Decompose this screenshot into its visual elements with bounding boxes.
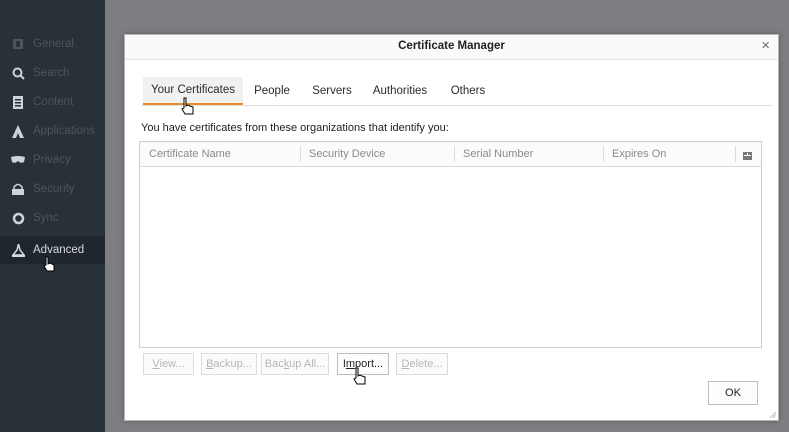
sidebar-item-privacy[interactable]: Privacy: [0, 146, 105, 174]
sidebar-item-label: General: [33, 38, 74, 50]
sidebar-item-advanced[interactable]: Advanced: [0, 236, 105, 264]
advanced-icon: [10, 243, 26, 257]
content-icon: [10, 95, 26, 109]
table-header: Certificate Name Security Device Serial …: [140, 142, 761, 167]
preferences-sidebar: General Search Content Applications Priv…: [0, 0, 105, 432]
sidebar-item-content[interactable]: Content: [0, 88, 105, 116]
tab-servers[interactable]: Servers: [307, 77, 357, 105]
dialog-title: Certificate Manager: [398, 40, 505, 52]
tab-others[interactable]: Others: [445, 77, 491, 105]
privacy-icon: [10, 156, 26, 164]
delete-button[interactable]: Delete...: [396, 353, 448, 375]
column-divider: [603, 146, 604, 162]
close-icon[interactable]: ×: [761, 38, 770, 54]
sidebar-item-label: Search: [33, 67, 70, 79]
backup-button[interactable]: Backup...: [201, 353, 257, 375]
column-serial-number[interactable]: Serial Number: [463, 148, 533, 160]
resize-grip-icon[interactable]: [770, 412, 776, 418]
sidebar-item-search[interactable]: Search: [0, 59, 105, 87]
security-icon: [10, 183, 26, 195]
sidebar-item-sync[interactable]: Sync: [0, 204, 105, 232]
backup-all-button[interactable]: Bac k up All...: [261, 353, 329, 375]
column-certificate-name[interactable]: Certificate Name: [149, 148, 231, 160]
column-divider: [454, 146, 455, 162]
column-picker-icon[interactable]: [743, 149, 752, 163]
certificate-tabs: Your Certificates People Servers Authori…: [141, 77, 773, 106]
certificate-manager-dialog: Certificate Manager × Your Certificates …: [124, 34, 779, 421]
sidebar-item-general[interactable]: General: [0, 30, 105, 58]
column-divider: [735, 146, 736, 162]
sidebar-item-label: Sync: [33, 212, 59, 224]
dialog-titlebar: Certificate Manager ×: [125, 35, 778, 60]
tab-people[interactable]: People: [249, 77, 295, 105]
sidebar-item-security[interactable]: Security: [0, 175, 105, 203]
tab-authorities[interactable]: Authorities: [367, 77, 433, 105]
general-icon: [10, 38, 26, 50]
column-security-device[interactable]: Security Device: [309, 148, 385, 160]
sync-icon: [10, 212, 26, 225]
search-icon: [10, 67, 26, 80]
ok-button[interactable]: OK: [708, 381, 758, 405]
description-text: You have certificates from these organiz…: [141, 122, 449, 134]
applications-icon: [10, 124, 26, 138]
sidebar-item-label: Content: [33, 96, 74, 108]
sidebar-item-label: Privacy: [33, 154, 71, 166]
column-expires-on[interactable]: Expires On: [612, 148, 666, 160]
tab-your-certificates[interactable]: Your Certificates: [143, 77, 243, 105]
sidebar-item-applications[interactable]: Applications: [0, 117, 105, 145]
sidebar-item-label: Applications: [33, 125, 96, 137]
view-button[interactable]: View...: [143, 353, 194, 375]
certificate-table[interactable]: Certificate Name Security Device Serial …: [139, 141, 762, 348]
column-divider: [300, 146, 301, 162]
import-button[interactable]: Im port...: [337, 353, 389, 375]
sidebar-item-label: Security: [33, 183, 75, 195]
sidebar-item-label: Advanced: [33, 244, 85, 256]
